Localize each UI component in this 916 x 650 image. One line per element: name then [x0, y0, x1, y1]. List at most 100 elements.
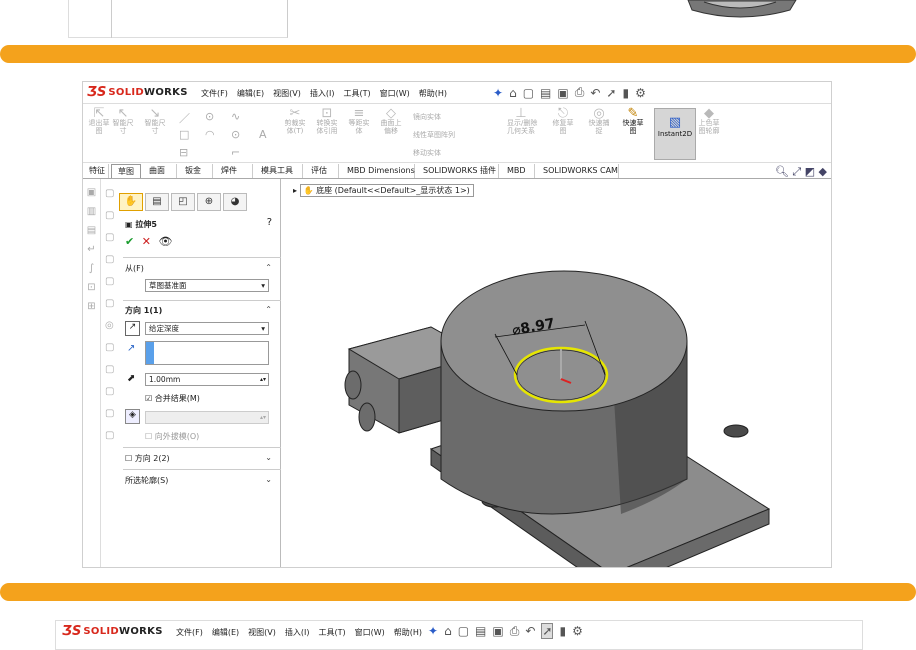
display-style-icon[interactable]: ◆	[819, 165, 827, 178]
ribbon-small-button[interactable]: 镜向实体	[413, 112, 441, 122]
undo-icon[interactable]: ↶	[590, 86, 600, 100]
chevron-down-icon[interactable]: ⌄	[265, 453, 272, 462]
reverse-direction-icon[interactable]: ↗	[125, 321, 140, 336]
zoom-area-icon[interactable]: ⤢	[792, 165, 801, 178]
dimxpert-tab[interactable]: ⊕	[197, 193, 221, 211]
select-icon[interactable]: ➚	[541, 623, 554, 639]
ok-icon[interactable]: ✔	[125, 235, 134, 248]
tab-4[interactable]: 焊件	[215, 164, 253, 178]
options-icon[interactable]: ⚙	[635, 86, 646, 100]
ribbon-button[interactable]: ≡ 等距实 体	[345, 107, 373, 135]
tab-6[interactable]: 评估	[305, 164, 339, 178]
merge-checkbox[interactable]: ☑ 合并结果(M)	[145, 393, 200, 404]
tab-5[interactable]: 模具工具	[255, 164, 303, 178]
ribbon-button[interactable]: ⊥ 显示/删除 几何关系	[507, 107, 537, 135]
zoom-icon[interactable]: 🔍︎	[775, 165, 789, 178]
menu-item[interactable]: 文件(F)	[176, 627, 203, 638]
menu-item[interactable]: 视图(V)	[248, 627, 276, 638]
ribbon-button[interactable]: ◆ 上色草 图轮廓	[695, 107, 723, 135]
pin-icon[interactable]: ✦	[428, 624, 438, 638]
chevron-up-icon[interactable]: ⌃	[265, 263, 272, 272]
main-menu: 文件(F) 编辑(E) 视图(V) 插入(I) 工具(T) 窗口(W) 帮助(H)	[176, 627, 431, 638]
menu-item[interactable]: 工具(T)	[318, 627, 345, 638]
open-icon[interactable]: ▤	[540, 86, 551, 100]
ribbon-button[interactable]: ↖ 智能尺 寸	[109, 107, 137, 135]
tab-9[interactable]: MBD	[501, 164, 535, 178]
configuration-tab[interactable]: ◰	[171, 193, 195, 211]
select-icon[interactable]: ➚	[606, 86, 616, 100]
open-icon[interactable]: ▤	[475, 624, 486, 638]
ribbon-button[interactable]: ✎ 快速草 图	[619, 107, 647, 135]
pin-icon[interactable]: ✦	[493, 86, 503, 100]
sketch-tool-icon[interactable]: ⊙	[231, 128, 240, 141]
rebuild-icon[interactable]: ▮	[559, 624, 566, 638]
direction2-checkbox[interactable]: ☐ 方向 2(2)	[125, 453, 170, 464]
save-icon[interactable]: ▣	[492, 624, 503, 638]
ribbon-button[interactable]: ↘ 智能尺 寸	[141, 107, 169, 135]
menu-item[interactable]: 帮助(H)	[419, 88, 447, 99]
feature-tree-root[interactable]: ▸ ✋ 底座 (Default<<Default>_显示状态 1>)	[293, 184, 474, 197]
ribbon-button[interactable]: ⎋ 修复草 图	[549, 107, 577, 135]
sketch-tool-icon[interactable]: ⊟	[179, 146, 188, 159]
sketch-tool-icon[interactable]: ◠	[205, 128, 215, 141]
menu-item[interactable]: 编辑(E)	[237, 88, 264, 99]
print-icon[interactable]: ⎙	[510, 624, 520, 639]
feature-manager-tab[interactable]: ✋	[119, 193, 143, 211]
tab-0[interactable]: 特征	[83, 164, 109, 178]
new-icon[interactable]: ▢	[523, 86, 534, 100]
display-tab[interactable]: ◕	[223, 193, 247, 211]
print-icon[interactable]: ⎙	[575, 85, 585, 100]
ribbon-icon: ◇	[386, 106, 396, 121]
cancel-icon[interactable]: ✕	[142, 235, 151, 248]
help-icon[interactable]: ?	[267, 217, 272, 228]
from-select[interactable]: 草图基准面 ▾	[145, 279, 269, 292]
new-icon[interactable]: ▢	[458, 624, 469, 638]
graphics-area[interactable]: ⌀8.97	[281, 179, 831, 567]
chevron-up-icon[interactable]: ⌃	[265, 305, 272, 314]
preview-icon[interactable]: 👁︎	[158, 235, 172, 248]
tab-3[interactable]: 钣金	[179, 164, 213, 178]
draft-angle-input[interactable]: ▴▾	[145, 411, 269, 424]
save-icon[interactable]: ▣	[557, 86, 568, 100]
sketch-tool-icon[interactable]: ／	[179, 110, 190, 126]
menu-item[interactable]: 帮助(H)	[394, 627, 422, 638]
ribbon-button[interactable]: ◇ 曲面上 偏移	[377, 106, 405, 135]
ribbon-small-button[interactable]: 移动实体	[413, 148, 441, 158]
sketch-tool-icon[interactable]: ⊙	[205, 110, 214, 123]
sketch-tool-icon[interactable]: ∿	[231, 110, 240, 123]
chevron-down-icon[interactable]: ⌄	[265, 475, 272, 484]
menu-item[interactable]: 窗口(W)	[380, 88, 410, 99]
tab-1[interactable]: 草图	[111, 164, 141, 178]
undo-icon[interactable]: ↶	[525, 624, 535, 638]
menu-item[interactable]: 插入(I)	[310, 88, 335, 99]
menu-item[interactable]: 插入(I)	[285, 627, 310, 638]
section-view-icon[interactable]: ◩	[805, 165, 815, 178]
instant2d-button[interactable]: ▧ Instant2D	[654, 108, 696, 160]
direction-vector-field[interactable]	[145, 341, 269, 365]
sketch-tool-icon[interactable]: ⌐	[231, 146, 240, 159]
ribbon-button[interactable]: ⊡ 转换实 体引用	[313, 107, 341, 135]
menu-item[interactable]: 窗口(W)	[355, 627, 385, 638]
menu-item[interactable]: 工具(T)	[343, 88, 370, 99]
sketch-tool-icon[interactable]: A	[259, 128, 267, 141]
home-icon[interactable]: ⌂	[509, 86, 517, 100]
end-condition-select[interactable]: 给定深度 ▾	[145, 322, 269, 335]
tab-2[interactable]: 曲面	[143, 164, 177, 178]
depth-input[interactable]: 1.00mm ▴▾	[145, 373, 269, 386]
menu-item[interactable]: 文件(F)	[201, 88, 228, 99]
ribbon-small-button[interactable]: 线性草图阵列	[413, 130, 455, 140]
menu-item[interactable]: 视图(V)	[273, 88, 301, 99]
ribbon-button[interactable]: ✂ 剪裁实 体(T)	[281, 107, 309, 135]
property-manager-tab[interactable]: ▤	[145, 193, 169, 211]
tab-8[interactable]: SOLIDWORKS 插件	[417, 164, 499, 178]
tab-7[interactable]: MBD Dimensions	[341, 164, 415, 178]
options-icon[interactable]: ⚙	[572, 624, 583, 638]
draft-icon[interactable]: ◈	[125, 409, 140, 424]
home-icon[interactable]: ⌂	[444, 624, 452, 638]
draft-outward-checkbox[interactable]: ☐ 向外拔模(O)	[145, 431, 199, 442]
ribbon-button[interactable]: ◎ 快速捕 捉	[585, 107, 613, 135]
rebuild-icon[interactable]: ▮	[622, 86, 629, 100]
sketch-tool-icon[interactable]: □	[179, 128, 189, 141]
tab-10[interactable]: SOLIDWORKS CAM	[537, 164, 619, 178]
menu-item[interactable]: 编辑(E)	[212, 627, 239, 638]
